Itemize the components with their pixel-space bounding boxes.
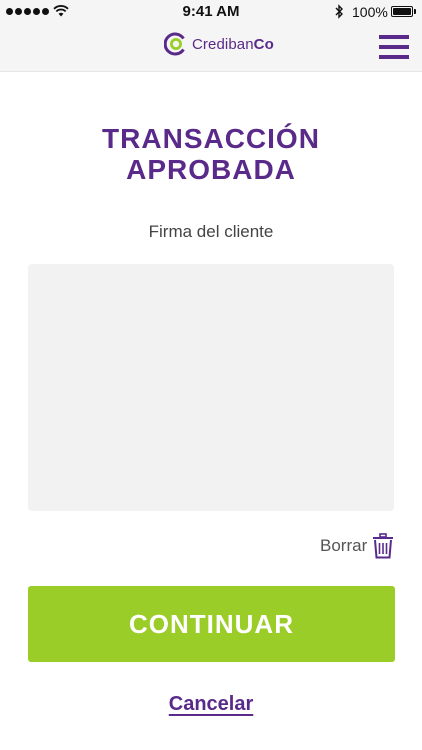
battery-percentage: 100% [352,4,388,20]
status-bar: 9:41 AM 100% [0,0,422,24]
brand-name: CredibanCo [192,35,274,53]
page-title: TRANSACCIÓN APROBADA [102,123,320,185]
signature-label: Firma del cliente [148,222,274,241]
signature-pad[interactable] [28,264,394,511]
bluetooth-icon [335,4,343,19]
clear-signature-button[interactable]: Borrar [320,533,394,559]
cancel-link-container: Cancelar [0,693,422,716]
credibanco-logo-icon [164,32,185,56]
clear-label: Borrar [320,536,368,555]
battery-icon [391,6,416,17]
trash-icon [373,533,394,559]
brand-logo: CredibanCo [164,32,274,56]
hamburger-menu-icon[interactable] [379,35,410,59]
continue-button[interactable]: CONTINUAR [28,586,395,662]
cancel-link[interactable]: Cancelar [169,693,254,715]
nav-bar: CredibanCo [0,24,422,72]
